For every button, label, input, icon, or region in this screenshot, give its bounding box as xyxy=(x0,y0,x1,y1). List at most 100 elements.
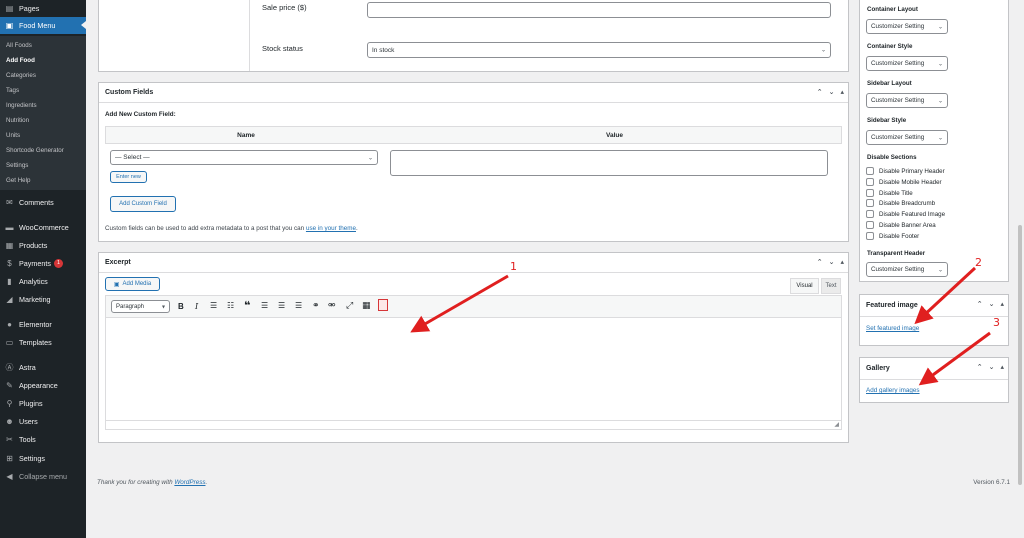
disable-mobile-header-checkbox[interactable]: Disable Mobile Header xyxy=(866,178,942,186)
move-down-icon[interactable]: ⌄ xyxy=(989,363,995,371)
link-icon[interactable]: ⚭ xyxy=(312,300,320,311)
sidebar-collapse-menu[interactable]: ◀ Collapse menu xyxy=(0,468,86,485)
submenu-get-help[interactable]: Get Help xyxy=(6,177,30,184)
users-icon: ☻ xyxy=(5,417,14,426)
checkbox[interactable] xyxy=(866,232,874,240)
align-center-icon[interactable]: ☰ xyxy=(278,301,285,310)
enter-new-button[interactable]: Enter new xyxy=(110,171,147,183)
move-down-icon[interactable]: ⌄ xyxy=(829,88,835,96)
numbered-list-icon[interactable]: ☷ xyxy=(227,301,234,310)
transparent-header-select[interactable]: Customizer Setting ⌄ xyxy=(866,262,948,277)
custom-field-value-textarea[interactable] xyxy=(390,150,828,176)
italic-icon[interactable]: I xyxy=(195,302,198,311)
submenu-add-food[interactable]: Add Food xyxy=(6,57,35,64)
checkbox-label: Disable Banner Area xyxy=(879,221,936,229)
toggle-panel-icon[interactable]: ▴ xyxy=(840,258,844,266)
use-in-theme-link[interactable]: use in your theme xyxy=(306,225,356,232)
format-select-value: Paragraph xyxy=(116,303,145,310)
sidebar-item-analytics[interactable]: ▮ Analytics xyxy=(0,273,86,290)
add-gallery-images-link[interactable]: Add gallery images xyxy=(866,387,920,394)
stock-status-value: In stock xyxy=(372,46,395,54)
bold-icon[interactable]: B xyxy=(178,302,184,311)
toolbar-toggle-icon[interactable]: ▦ xyxy=(362,300,371,311)
sidebar-item-food-menu[interactable]: ▣ Food Menu xyxy=(0,17,86,34)
sidebar-item-elementor[interactable]: ● Elementor xyxy=(0,316,86,333)
sidebar-item-products[interactable]: ▦ Products xyxy=(0,237,86,254)
submenu-settings[interactable]: Settings xyxy=(6,162,28,169)
disable-title-checkbox[interactable]: Disable Title xyxy=(866,189,913,197)
toggle-panel-icon[interactable]: ▴ xyxy=(1000,363,1004,371)
sidebar-item-pages[interactable]: ▤ Pages xyxy=(0,0,86,17)
gallery-title: Gallery xyxy=(866,365,890,372)
sidebar-item-appearance[interactable]: ✎ Appearance xyxy=(0,377,86,394)
sidebar-item-comments[interactable]: ✉ Comments xyxy=(0,194,86,211)
checkbox[interactable] xyxy=(866,189,874,197)
add-custom-field-button[interactable]: Add Custom Field xyxy=(110,196,176,212)
checkbox[interactable] xyxy=(866,221,874,229)
read-more-icon[interactable] xyxy=(378,299,388,311)
submenu-tags[interactable]: Tags xyxy=(6,87,19,94)
excerpt-content-area[interactable] xyxy=(106,318,841,421)
wordpress-link[interactable]: WordPress xyxy=(174,479,205,486)
tab-text[interactable]: Text xyxy=(821,278,841,294)
footer-version: Version 6.7.1 xyxy=(973,479,1010,486)
sidebar-item-marketing[interactable]: ◢ Marketing xyxy=(0,291,86,308)
sidebar-item-users[interactable]: ☻ Users xyxy=(0,413,86,430)
disable-sections-label: Disable Sections xyxy=(867,154,917,161)
checkbox[interactable] xyxy=(866,167,874,175)
disable-banner-area-checkbox[interactable]: Disable Banner Area xyxy=(866,221,936,229)
disable-breadcrumb-checkbox[interactable]: Disable Breadcrumb xyxy=(866,199,935,207)
stock-status-select[interactable]: In stock ⌄ xyxy=(367,42,831,58)
move-up-icon[interactable]: ⌃ xyxy=(977,363,983,371)
toggle-panel-icon[interactable]: ▴ xyxy=(1000,300,1004,308)
resize-handle-icon[interactable]: ◢ xyxy=(834,421,839,428)
custom-field-select[interactable]: — Select — ⌄ xyxy=(110,150,378,165)
align-left-icon[interactable]: ☰ xyxy=(261,301,268,310)
blockquote-icon[interactable]: ❝ xyxy=(244,299,250,312)
submenu-all-foods[interactable]: All Foods xyxy=(6,42,32,49)
checkbox-label: Disable Title xyxy=(879,189,913,197)
submenu-units[interactable]: Units xyxy=(6,132,20,139)
scrollbar-thumb[interactable] xyxy=(1018,225,1022,485)
container-layout-select[interactable]: Customizer Setting ⌄ xyxy=(866,19,948,34)
move-up-icon[interactable]: ⌃ xyxy=(817,258,823,266)
sidebar-item-tools[interactable]: ✂ Tools xyxy=(0,431,86,448)
add-media-button[interactable]: ▣ Add Media xyxy=(105,277,160,291)
sale-price-input[interactable] xyxy=(367,2,831,18)
sidebar-item-settings[interactable]: ⊞ Settings xyxy=(0,450,86,467)
bullet-list-icon[interactable]: ☰ xyxy=(210,301,217,310)
disable-featured-image-checkbox[interactable]: Disable Featured Image xyxy=(866,210,945,218)
sidebar-item-plugins[interactable]: ⚲ Plugins xyxy=(0,395,86,412)
fullscreen-icon[interactable]: ⤢ xyxy=(346,300,353,311)
align-right-icon[interactable]: ☰ xyxy=(295,301,302,310)
tab-visual[interactable]: Visual xyxy=(790,278,819,294)
move-up-icon[interactable]: ⌃ xyxy=(977,300,983,308)
sidebar-item-templates[interactable]: ▭ Templates xyxy=(0,334,86,351)
format-select[interactable]: Paragraph ▾ xyxy=(111,300,170,313)
set-featured-image-link[interactable]: Set featured image xyxy=(866,325,919,332)
submenu-nutrition[interactable]: Nutrition xyxy=(6,117,29,124)
submenu-categories[interactable]: Categories xyxy=(6,72,36,79)
unlink-icon[interactable]: ⚮ xyxy=(328,300,336,311)
submenu-ingredients[interactable]: Ingredients xyxy=(6,102,37,109)
sidebar-item-woocommerce[interactable]: ▬ WooCommerce xyxy=(0,219,86,236)
checkbox[interactable] xyxy=(866,210,874,218)
move-up-icon[interactable]: ⌃ xyxy=(817,88,823,96)
sidebar-layout-select[interactable]: Customizer Setting ⌄ xyxy=(866,93,948,108)
sidebar-item-astra[interactable]: Ⓐ Astra xyxy=(0,359,86,376)
move-down-icon[interactable]: ⌄ xyxy=(829,258,835,266)
submenu-shortcode-generator[interactable]: Shortcode Generator xyxy=(6,147,64,154)
sidebar-item-payments[interactable]: $ Payments 1 xyxy=(0,255,86,272)
toggle-panel-icon[interactable]: ▴ xyxy=(840,88,844,96)
analytics-icon: ▮ xyxy=(7,277,12,286)
disable-footer-checkbox[interactable]: Disable Footer xyxy=(866,232,919,240)
checkbox[interactable] xyxy=(866,178,874,186)
container-style-select[interactable]: Customizer Setting ⌄ xyxy=(866,56,948,71)
chevron-down-icon: ⌄ xyxy=(937,98,943,104)
disable-primary-header-checkbox[interactable]: Disable Primary Header xyxy=(866,167,945,175)
sidebar-style-select[interactable]: Customizer Setting ⌄ xyxy=(866,130,948,145)
move-down-icon[interactable]: ⌄ xyxy=(989,300,995,308)
page-scrollbar[interactable] xyxy=(1016,0,1024,538)
checkbox[interactable] xyxy=(866,199,874,207)
astra-icon: Ⓐ xyxy=(5,363,14,372)
